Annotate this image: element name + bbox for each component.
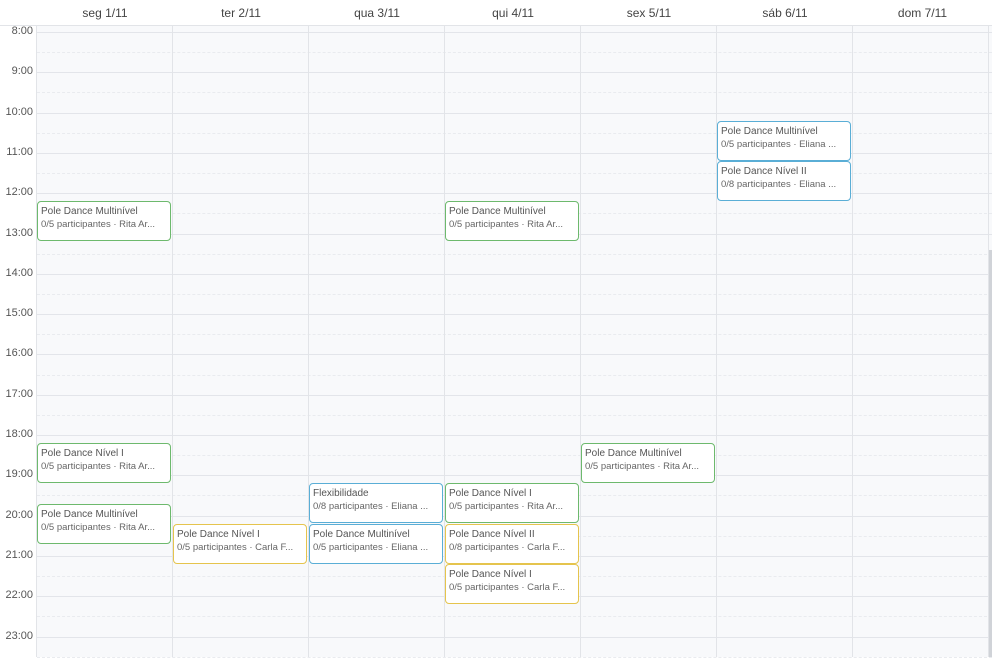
hour-label: 16:00 <box>5 347 33 359</box>
event-card[interactable]: Pole Dance Nível I 0/5 participantes · Ca… <box>173 524 307 564</box>
event-card[interactable]: Pole Dance Multinível 0/5 participantes ·… <box>309 524 443 564</box>
hour-label: 19:00 <box>5 468 33 480</box>
half-hour-line <box>37 415 992 416</box>
week-calendar: 8:00 9:00 10:00 11:00 12:00 13:00 14:00 15:00 16… <box>0 0 992 658</box>
hour-label: 11:00 <box>6 146 33 158</box>
event-details: 0/8 participantes · Eliana ... <box>313 501 429 512</box>
day-header[interactable]: ter 2/11 <box>173 0 309 26</box>
hour-label: 17:00 <box>5 388 33 400</box>
hour-label: 23:00 <box>5 630 33 642</box>
hour-line <box>37 637 992 638</box>
hour-label: 10:00 <box>5 106 33 118</box>
half-hour-line <box>37 92 992 93</box>
hour-line <box>37 435 992 436</box>
day-header[interactable]: dom 7/11 <box>853 0 992 26</box>
header-divider <box>0 25 992 26</box>
event-card[interactable]: Pole Dance Multinível 0/5 participantes ·… <box>445 201 579 241</box>
event-card[interactable]: Pole Dance Multinível 0/5 participantes ·… <box>581 443 715 483</box>
day-column-divider <box>716 0 717 657</box>
event-details: 0/8 participantes · Eliana ... <box>721 179 837 190</box>
day-header[interactable]: seg 1/11 <box>37 0 173 26</box>
hour-label: 15:00 <box>5 307 33 319</box>
event-card[interactable]: Pole Dance Nível I 0/5 participantes · Ri… <box>445 483 579 523</box>
event-details: 0/5 participantes · Carla F... <box>177 542 294 553</box>
hour-label: 13:00 <box>5 227 33 239</box>
event-details: 0/5 participantes · Carla F... <box>449 582 566 593</box>
half-hour-line <box>37 455 992 456</box>
hour-label: 21:00 <box>5 549 33 561</box>
half-hour-line <box>37 254 992 255</box>
day-column-divider <box>852 0 853 657</box>
event-title: Pole Dance Multinível <box>721 126 818 137</box>
event-details: 0/5 participantes · Rita Ar... <box>41 522 156 533</box>
event-title: Flexibilidade <box>313 488 369 499</box>
event-details: 0/5 participantes · Rita Ar... <box>449 501 564 512</box>
day-header[interactable]: qua 3/11 <box>309 0 445 26</box>
hour-label: 20:00 <box>5 509 33 521</box>
event-details: 0/5 participantes · Eliana ... <box>721 139 837 150</box>
event-card[interactable]: Pole Dance Multinível 0/5 participantes ·… <box>37 201 171 241</box>
event-card[interactable]: Pole Dance Multinível 0/5 participantes ·… <box>717 121 851 161</box>
half-hour-line <box>37 616 992 617</box>
event-title: Pole Dance Multinível <box>313 529 410 540</box>
event-title: Pole Dance Nível I <box>177 529 260 540</box>
event-details: 0/8 participantes · Carla F... <box>449 542 566 553</box>
event-card[interactable]: Flexibilidade 0/8 participantes · Eliana … <box>309 483 443 523</box>
header-corner <box>0 0 37 26</box>
hour-line <box>37 274 992 275</box>
hour-line <box>37 113 992 114</box>
event-details: 0/5 participantes · Rita Ar... <box>41 461 156 472</box>
half-hour-line <box>37 52 992 53</box>
hour-label: 8:00 <box>11 25 33 37</box>
event-title: Pole Dance Multinível <box>41 509 138 520</box>
event-title: Pole Dance Multinível <box>585 448 682 459</box>
event-details: 0/5 participantes · Eliana ... <box>313 542 429 553</box>
hour-line <box>37 354 992 355</box>
hour-line <box>37 395 992 396</box>
half-hour-line <box>37 375 992 376</box>
event-title: Pole Dance Multinível <box>41 206 138 217</box>
hour-label: 14:00 <box>5 267 33 279</box>
day-column-divider <box>580 0 581 657</box>
hour-line <box>37 32 992 33</box>
event-card[interactable]: Pole Dance Nível I 0/5 participantes · Ca… <box>445 564 579 604</box>
half-hour-line <box>37 334 992 335</box>
event-title: Pole Dance Multinível <box>449 206 546 217</box>
day-header[interactable]: qui 4/11 <box>445 0 581 26</box>
event-card[interactable]: Pole Dance Nível II 0/8 participantes · C… <box>445 524 579 564</box>
hour-label: 22:00 <box>5 589 33 601</box>
hour-line <box>37 475 992 476</box>
event-title: Pole Dance Nível I <box>41 448 124 459</box>
day-header[interactable]: sáb 6/11 <box>717 0 853 26</box>
event-details: 0/5 participantes · Rita Ar... <box>585 461 700 472</box>
hour-label: 18:00 <box>5 428 33 440</box>
hour-line <box>37 72 992 73</box>
day-header[interactable]: sex 5/11 <box>581 0 717 26</box>
event-details: 0/5 participantes · Rita Ar... <box>41 219 156 230</box>
day-column-divider <box>36 0 37 657</box>
event-title: Pole Dance Nível I <box>449 488 532 499</box>
event-details: 0/5 participantes · Rita Ar... <box>449 219 564 230</box>
half-hour-line <box>37 294 992 295</box>
event-card[interactable]: Pole Dance Nível II 0/8 participantes · E… <box>717 161 851 201</box>
hour-label: 12:00 <box>5 186 33 198</box>
hour-line <box>37 314 992 315</box>
event-title: Pole Dance Nível II <box>449 529 535 540</box>
hour-label: 9:00 <box>11 65 33 77</box>
event-card[interactable]: Pole Dance Nível I 0/5 participantes · Ri… <box>37 443 171 483</box>
event-card[interactable]: Pole Dance Multinível 0/5 participantes ·… <box>37 504 171 544</box>
event-title: Pole Dance Nível II <box>721 166 807 177</box>
event-title: Pole Dance Nível I <box>449 569 532 580</box>
